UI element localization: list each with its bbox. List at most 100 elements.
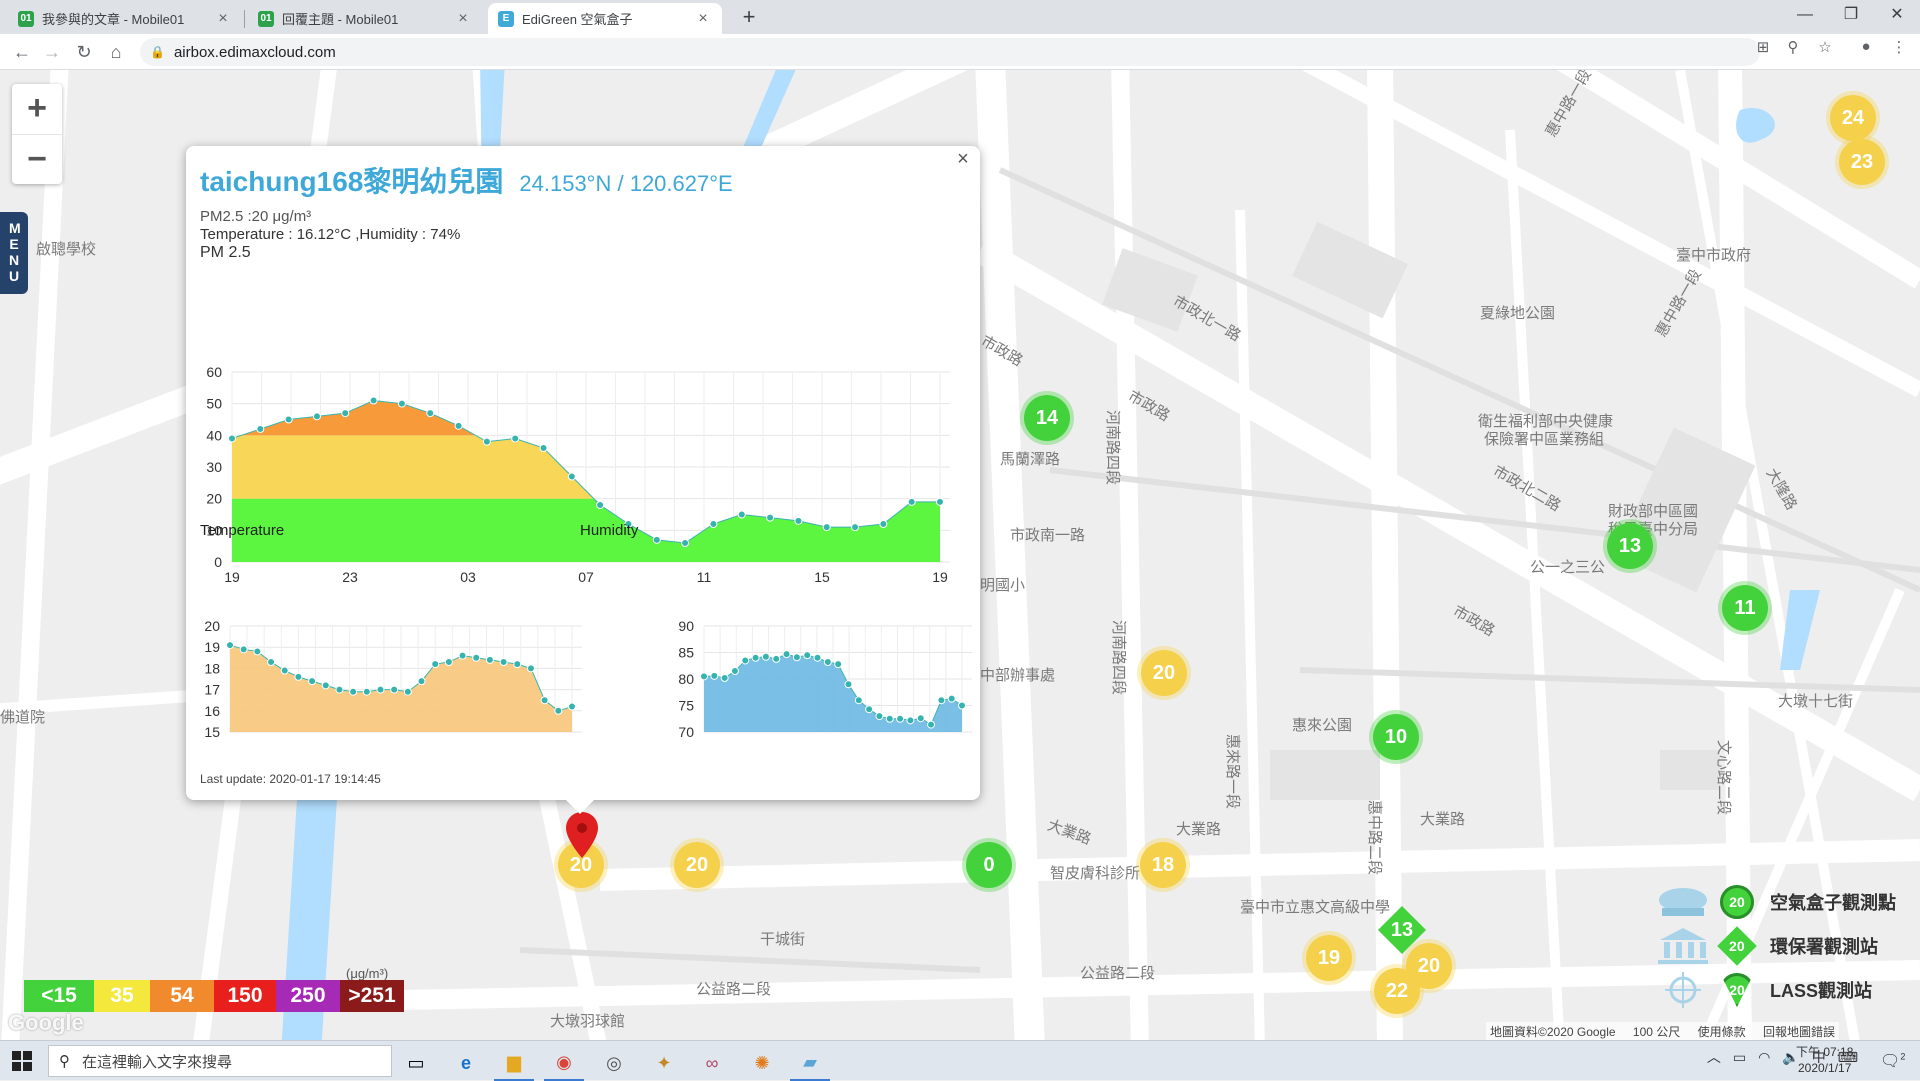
airbox-station-marker[interactable]: 20 [674, 842, 720, 888]
data-point [885, 714, 894, 723]
edge-browser-icon[interactable]: e [446, 1045, 486, 1081]
data-point [321, 681, 330, 690]
map-street-label: 公益路二段 [1080, 965, 1156, 982]
marker-value: 20 [1152, 661, 1176, 684]
map-street-label: 臺中市政府 [1676, 247, 1752, 264]
data-point [710, 671, 719, 680]
humidity-chart-title: Humidity [580, 522, 639, 539]
home-icon[interactable]: ⌂ [102, 38, 130, 66]
address-bar[interactable]: 🔒 airbox.edimaxcloud.com [140, 38, 1760, 66]
airbox-station-marker[interactable]: 24 [1830, 95, 1876, 141]
restore-icon[interactable]: ❐ [1828, 0, 1874, 32]
scale-segment: 150 [214, 980, 276, 1012]
tab-close-icon[interactable]: × [694, 10, 712, 28]
app-icon-bike[interactable]: ∞ [692, 1045, 732, 1081]
map-street-label: 大墩十七街 [1778, 693, 1854, 710]
airbox-station-marker[interactable]: 19 [1306, 935, 1352, 981]
y-tick-label: 70 [678, 724, 694, 740]
app-icon-airbox[interactable]: ▰ [790, 1045, 830, 1081]
data-point [256, 425, 265, 433]
scale-segment: <15 [24, 980, 94, 1012]
app-icon-animal[interactable]: ✦ [644, 1045, 684, 1081]
map-canvas[interactable]: 市政北一路 市政北二路 市政路 市政路 市政路 臺中市政府 夏綠地公園 衛生福利部中央健康 保險… [0, 70, 1920, 1040]
close-window-icon[interactable]: ✕ [1874, 0, 1920, 32]
data-point [596, 501, 605, 509]
menu-tab-label: MENU [9, 220, 21, 284]
bookmark-star-icon[interactable]: ☆ [1814, 38, 1836, 60]
marker-value: 11 [1734, 596, 1756, 619]
marker-value: 10 [1384, 725, 1408, 748]
map-street-label: 惠來路一段 [1224, 734, 1241, 810]
station-coordinates: 24.153°N / 120.627°E [519, 171, 733, 196]
app-icon-blender[interactable]: ✺ [742, 1045, 782, 1081]
airbox-station-marker[interactable]: 20 [1141, 650, 1187, 696]
data-point [896, 714, 905, 723]
map-scale-text[interactable]: 100 公尺 [1633, 1025, 1680, 1039]
scale-segment: 54 [150, 980, 214, 1012]
wifi-icon[interactable]: ◠ [1758, 1049, 1770, 1066]
data-point [958, 701, 966, 710]
reload-icon[interactable]: ↻ [70, 38, 98, 66]
tab-close-icon[interactable]: × [454, 10, 472, 28]
browser-toolbar: ← → ↻ ⌂ 🔒 airbox.edimaxcloud.com ⊞ ⚲ ☆ ●… [0, 34, 1920, 70]
search-icon: ⚲ [59, 1053, 70, 1070]
airbox-station-marker[interactable]: 18 [1140, 842, 1186, 888]
airbox-station-marker[interactable]: 13 [1607, 523, 1653, 569]
epa-station-marker[interactable]: 13 [1379, 907, 1425, 953]
edigreen-favicon-icon: E [498, 10, 514, 27]
y-tick-label: 17 [204, 682, 220, 698]
tab-mobile01-reply[interactable]: 01 回覆主題 - Mobile01 × [248, 3, 482, 34]
chrome-icon[interactable]: ◉ [544, 1045, 584, 1081]
zoom-out-button[interactable]: − [12, 134, 62, 184]
new-tab-button[interactable]: + [736, 5, 762, 31]
airbox-station-marker[interactable]: 14 [1024, 395, 1070, 441]
map-attribution: 地圖資料©2020 Google 100 公尺 使用條款 回報地圖錯誤 [1486, 1022, 1839, 1040]
minimize-icon[interactable]: — [1782, 0, 1828, 32]
airbox-station-marker[interactable]: 22 [1374, 968, 1420, 1014]
terms-link[interactable]: 使用條款 [1698, 1025, 1746, 1039]
report-error-link[interactable]: 回報地圖錯誤 [1763, 1025, 1835, 1039]
airbox-station-marker[interactable]: 11 [1722, 585, 1768, 631]
system-clock[interactable]: 下午 07:18 2020/1/17 [1796, 1044, 1853, 1076]
forward-icon[interactable]: → [38, 38, 66, 66]
notification-center-icon[interactable]: 🗨2 [1880, 1051, 1905, 1071]
airbox-station-marker[interactable]: 23 [1839, 139, 1885, 185]
windows-start-icon[interactable] [12, 1051, 32, 1071]
task-view-icon[interactable]: ▭ [396, 1045, 436, 1081]
menu-kebab-icon[interactable]: ⋮ [1888, 38, 1910, 60]
data-point [907, 497, 916, 506]
file-explorer-icon[interactable]: ▆ [494, 1045, 534, 1081]
map-street-label: 大業路 [1176, 821, 1222, 838]
temperature-chart-title: Temperature [200, 522, 285, 539]
network-device-icon[interactable]: ▭ [1733, 1049, 1746, 1066]
popup-close-button[interactable]: × [952, 148, 974, 170]
menu-tab[interactable]: MENU [0, 212, 28, 294]
marker-value: 18 [1151, 853, 1175, 876]
location-pin-icon[interactable] [566, 812, 598, 858]
tab-label: EdiGreen 空氣盒子 [522, 12, 633, 27]
airbox-station-marker[interactable]: 0 [966, 842, 1012, 888]
legend-marker-value: 20 [1729, 937, 1745, 954]
tray-chevron-icon[interactable]: ︿ [1707, 1047, 1721, 1067]
profile-icon[interactable]: ● [1855, 38, 1877, 60]
data-point [294, 672, 303, 681]
airbox-station-marker[interactable]: 10 [1373, 714, 1419, 760]
taskbar-search-box[interactable]: ⚲ 在這裡輸入文字來搜尋 [48, 1045, 392, 1077]
data-point [511, 434, 520, 443]
back-icon[interactable]: ← [8, 38, 36, 66]
zoom-icon[interactable]: ⚲ [1782, 38, 1804, 60]
marker-value: 20 [685, 853, 709, 876]
data-point [730, 667, 739, 676]
translate-icon[interactable]: ⊞ [1752, 38, 1774, 60]
lock-icon: 🔒 [150, 45, 165, 59]
tab-close-icon[interactable]: × [214, 10, 232, 28]
tab-edigreen-airbox[interactable]: E EdiGreen 空氣盒子 × [488, 3, 722, 34]
zoom-in-button[interactable]: + [12, 84, 62, 134]
y-tick-label: 19 [204, 639, 220, 655]
app-icon-disc[interactable]: ◎ [594, 1045, 634, 1081]
data-point [879, 520, 888, 528]
tab-mobile01-articles[interactable]: 01 我參與的文章 - Mobile01 × [8, 3, 242, 34]
y-tick-label: 20 [204, 618, 220, 634]
legend-marker: 20 [1720, 885, 1754, 919]
legend-label: 空氣盒子觀測點 [1770, 893, 1896, 913]
